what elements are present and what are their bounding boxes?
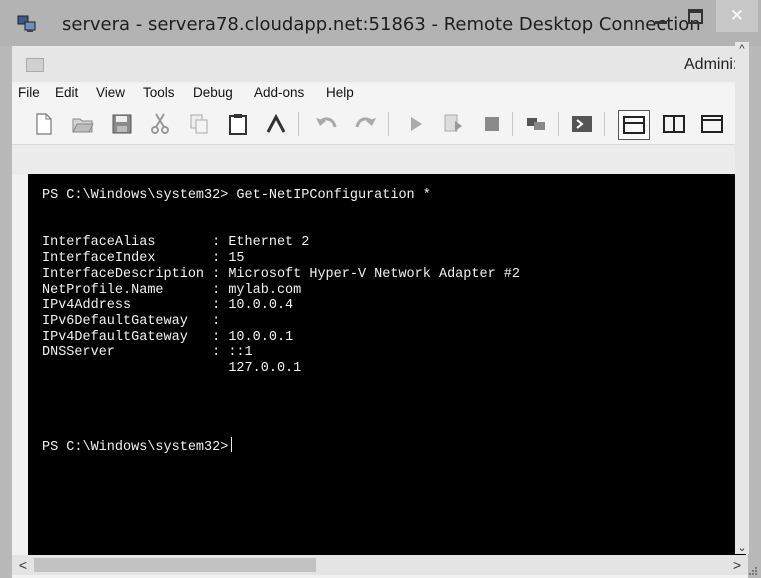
run-selection-button[interactable] [442, 112, 466, 136]
cut-button[interactable] [148, 112, 172, 136]
chevron-up-icon: ^ [739, 43, 745, 55]
maximize-icon [687, 8, 703, 24]
ise-titlebar: Admini: [12, 46, 748, 82]
toolbar [12, 104, 748, 144]
vertical-scrollbar[interactable]: ^ ⌄ [735, 42, 749, 554]
script-pane-maximized-icon [701, 115, 723, 133]
menu-bar: File Edit View Tools Debug Add-ons Help [12, 84, 748, 104]
run-script-button[interactable] [404, 112, 428, 136]
console-output-line: NetProfile.Name : mylab.com [42, 283, 302, 298]
console-output-line: InterfaceAlias : Ethernet 2 [42, 235, 310, 250]
save-button[interactable] [110, 112, 134, 136]
powershell-ise-icon [26, 58, 44, 72]
remote-desktop-icon [17, 15, 36, 32]
script-pane-top-button[interactable] [618, 110, 650, 140]
scroll-left-button[interactable]: < [14, 555, 32, 575]
chevron-down-icon: ⌄ [737, 541, 747, 554]
toolbar-separator [558, 112, 559, 136]
chevron-right-icon: > [732, 557, 742, 573]
redo-button[interactable] [354, 112, 378, 136]
close-button[interactable]: ✕ [716, 0, 758, 32]
console-prompt: PS C:\Windows\system32> [42, 440, 229, 455]
console-output-line: IPv4DefaultGateway : 10.0.0.1 [42, 330, 294, 345]
console-output-line: InterfaceIndex : 15 [42, 251, 245, 266]
stop-icon [485, 117, 499, 131]
cut-icon [151, 113, 169, 134]
powershell-console-button[interactable] [570, 112, 594, 136]
new-file-button[interactable] [32, 112, 56, 136]
menu-edit[interactable]: Edit [55, 85, 78, 100]
console-output-line: InterfaceDescription : Microsoft Hyper-V… [42, 267, 520, 282]
console-output-line: IPv6DefaultGateway : [42, 314, 221, 329]
redo-icon [355, 117, 376, 128]
toolbar-separator [298, 112, 299, 136]
horizontal-scroll-thumb[interactable] [34, 558, 316, 572]
console-command-line: PS C:\Windows\system32> Get-NetIPConfigu… [42, 188, 431, 203]
resize-grip-icon[interactable] [748, 566, 758, 576]
minimize-button[interactable] [648, 0, 674, 32]
run-icon [411, 117, 422, 131]
powershell-console-icon [572, 116, 592, 132]
menu-file[interactable]: File [18, 85, 40, 100]
clear-button[interactable] [264, 112, 288, 136]
scroll-up-button[interactable]: ^ [735, 42, 749, 56]
maximize-button[interactable] [680, 0, 710, 32]
window-title: servera - servera78.cloudapp.net:51863 -… [62, 14, 701, 35]
remote-powershell-button[interactable] [524, 112, 548, 136]
ise-title: Admini: [684, 56, 738, 73]
script-pane-right-button[interactable] [662, 112, 686, 136]
menu-help[interactable]: Help [326, 85, 354, 100]
menu-debug[interactable]: Debug [193, 85, 233, 100]
copy-icon [190, 114, 208, 134]
script-pane-top-icon [623, 116, 645, 134]
stop-button[interactable] [480, 112, 504, 136]
paste-icon [229, 114, 247, 135]
undo-icon [316, 117, 337, 128]
run-selection-icon [444, 114, 462, 132]
remote-session-area[interactable]: Admini: File Edit View Tools Debug Add-o… [12, 46, 748, 578]
console-output-line: DNSServer : ::1 [42, 345, 253, 360]
remote-desktop-window: servera - servera78.cloudapp.net:51863 -… [0, 0, 761, 578]
scroll-right-button[interactable]: > [728, 555, 746, 575]
console-prompt-line[interactable]: PS C:\Windows\system32> [42, 437, 233, 455]
menu-tools[interactable]: Tools [143, 85, 175, 100]
console-pane[interactable]: PS C:\Windows\system32> Get-NetIPConfigu… [28, 174, 746, 556]
open-icon [72, 118, 94, 133]
toolbar-separator [512, 112, 513, 136]
text-cursor [231, 437, 233, 452]
toolbar-separator [604, 112, 605, 136]
console-output-line: IPv4Address : 10.0.0.4 [42, 298, 294, 313]
toolbar-separator [388, 112, 389, 136]
close-icon: ✕ [729, 6, 745, 25]
undo-button[interactable] [314, 112, 338, 136]
copy-button[interactable] [187, 112, 211, 136]
chevron-left-icon: < [18, 557, 28, 573]
window-titlebar[interactable]: servera - servera78.cloudapp.net:51863 -… [0, 0, 761, 46]
menu-addons[interactable]: Add-ons [254, 85, 304, 100]
remote-powershell-icon [527, 118, 545, 130]
tab-strip [12, 144, 748, 175]
horizontal-scrollbar[interactable]: < > [12, 555, 748, 575]
open-button[interactable] [71, 112, 95, 136]
paste-button[interactable] [226, 112, 250, 136]
script-pane-maximized-button[interactable] [700, 112, 724, 136]
script-pane-right-icon [663, 115, 685, 133]
save-icon [112, 114, 132, 134]
scroll-down-button[interactable]: ⌄ [735, 540, 749, 554]
new-file-icon [36, 113, 52, 135]
menu-view[interactable]: View [96, 85, 125, 100]
minimize-icon [655, 20, 667, 24]
clear-icon [266, 114, 286, 133]
console-output-line: 127.0.0.1 [42, 361, 302, 376]
